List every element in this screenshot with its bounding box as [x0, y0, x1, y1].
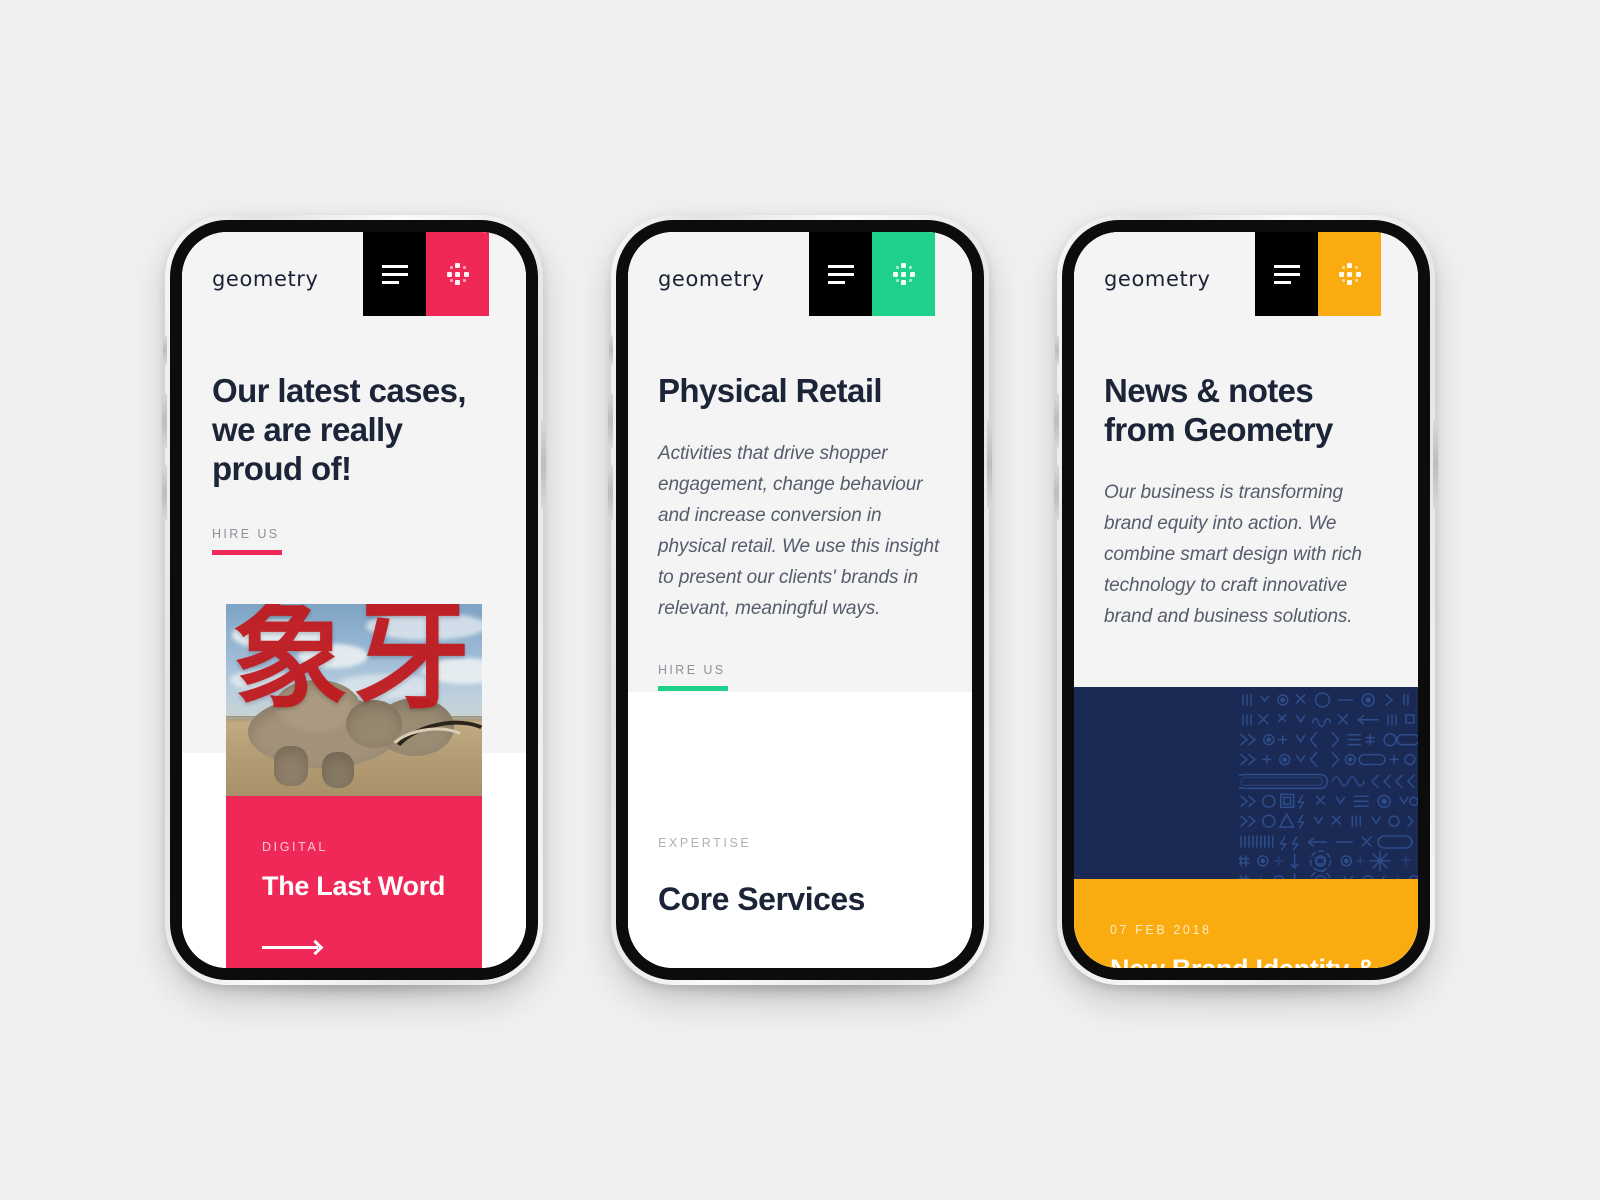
cta-underline [658, 685, 728, 691]
power-button[interactable] [1433, 420, 1438, 508]
cta-label: HIRE US [212, 526, 280, 541]
volume-up-button[interactable] [1054, 393, 1059, 449]
news-card-media [1074, 687, 1418, 879]
header-actions [363, 232, 489, 316]
grid-button[interactable] [426, 232, 489, 316]
hire-us-cta[interactable]: HIRE US [658, 663, 942, 691]
volume-up-button[interactable] [608, 393, 613, 449]
header-actions [809, 232, 935, 316]
news-card-date: 07 FEB 2018 [1110, 923, 1212, 937]
volume-down-button[interactable] [608, 465, 613, 521]
page-title: News & notes from Geometry [1104, 372, 1333, 448]
dot-diamond-icon [891, 261, 917, 287]
brand-logo[interactable]: geometry [1104, 267, 1211, 291]
volume-down-button[interactable] [162, 465, 167, 521]
dot-diamond-icon [445, 261, 471, 287]
phone-screen-physical-retail: geometry Physical Retail Activities that… [628, 232, 972, 968]
phone-screen-cases: geometry Our latest cases, we are really… [182, 232, 526, 968]
cta-underline [212, 549, 282, 555]
grid-button[interactable] [1318, 232, 1381, 316]
phone-mockup-news: geometry News & notes from Geometry Our … [1054, 215, 1438, 999]
power-button[interactable] [987, 420, 992, 508]
menu-button[interactable] [363, 232, 426, 316]
brand-logo[interactable]: geometry [212, 267, 319, 291]
case-card-title: The Last Word [262, 871, 446, 901]
expertise-section: EXPERTISE Core Services [628, 692, 972, 968]
phone-mockup-cases: geometry Our latest cases, we are really… [162, 215, 546, 999]
menu-button[interactable] [809, 232, 872, 316]
hamburger-icon [827, 264, 854, 284]
screens-stage: geometry Our latest cases, we are really… [0, 0, 1600, 1200]
section-kicker: EXPERTISE [658, 836, 752, 850]
menu-button[interactable] [1255, 232, 1318, 316]
phone-screen-news: geometry News & notes from Geometry Our … [1074, 232, 1418, 968]
case-card[interactable]: 象牙 DIGITAL The Last Word [226, 604, 482, 968]
icon-pattern [1239, 692, 1418, 879]
mute-switch[interactable] [1055, 335, 1059, 365]
app-header: geometry [628, 232, 972, 316]
app-header: geometry [1074, 232, 1418, 316]
volume-down-button[interactable] [1054, 465, 1059, 521]
media-overlay-characters: 象牙 [232, 604, 476, 725]
case-card-body: DIGITAL The Last Word [226, 796, 482, 968]
page-lede: Activities that drive shopper engagement… [658, 442, 940, 619]
news-card-body: 07 FEB 2018 New Brand Identity & Logo [1074, 879, 1418, 968]
arrow-right-icon[interactable] [262, 939, 324, 956]
mute-switch[interactable] [163, 335, 167, 365]
section-heading[interactable]: Core Services [658, 881, 865, 918]
hamburger-icon [1273, 264, 1300, 284]
news-card[interactable]: 07 FEB 2018 New Brand Identity & Logo [1074, 687, 1418, 968]
page-lede: Our business is transforming brand equit… [1104, 481, 1362, 627]
case-card-media: 象牙 [226, 604, 482, 796]
cta-label: HIRE US [658, 662, 726, 677]
page-title: Our latest cases, we are really proud of… [212, 372, 467, 487]
news-card-title: New Brand Identity & Logo [1110, 953, 1382, 968]
page-title: Physical Retail [658, 372, 883, 409]
volume-up-button[interactable] [162, 393, 167, 449]
phone-mockup-physical-retail: geometry Physical Retail Activities that… [608, 215, 992, 999]
dot-diamond-icon [1337, 261, 1363, 287]
case-card-kicker: DIGITAL [262, 840, 328, 854]
hamburger-icon [381, 264, 408, 284]
brand-logo[interactable]: geometry [658, 267, 765, 291]
hire-us-cta[interactable]: HIRE US [212, 527, 496, 555]
mute-switch[interactable] [609, 335, 613, 365]
grid-button[interactable] [872, 232, 935, 316]
power-button[interactable] [541, 420, 546, 508]
app-header: geometry [182, 232, 526, 316]
header-actions [1255, 232, 1381, 316]
